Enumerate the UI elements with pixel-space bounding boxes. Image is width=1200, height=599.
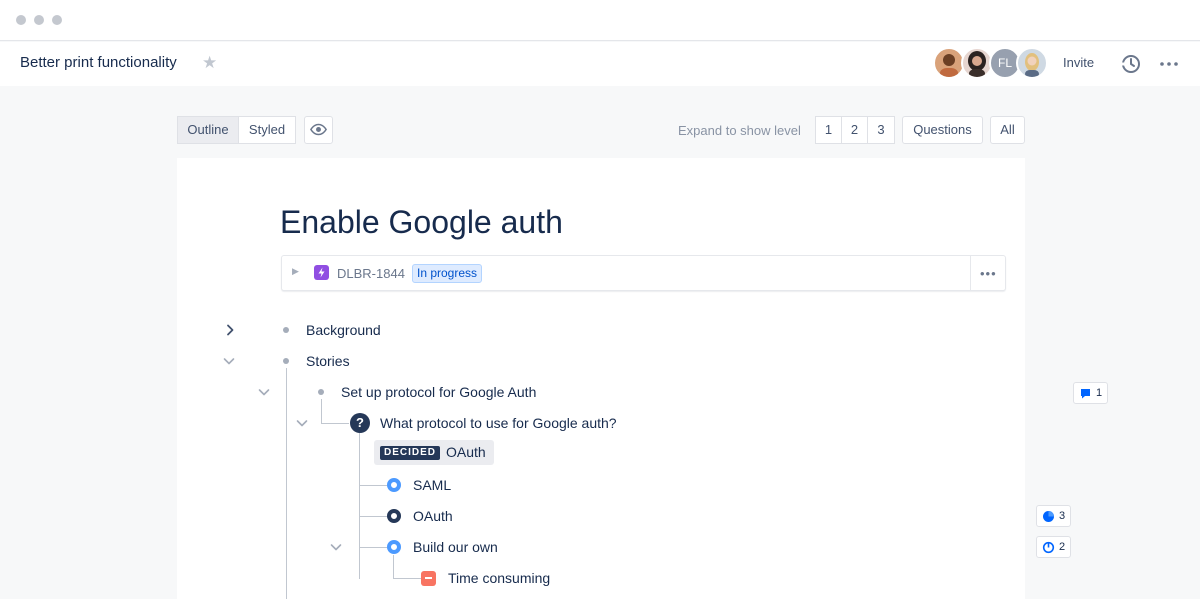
view-outline-button[interactable]: Outline bbox=[177, 116, 239, 144]
avatar[interactable] bbox=[1016, 47, 1048, 79]
avatar-initials: FL bbox=[997, 56, 1012, 70]
option-oauth[interactable]: OAuth bbox=[413, 508, 453, 524]
decided-value: OAuth bbox=[446, 444, 486, 460]
outline-node-stories[interactable]: Stories bbox=[306, 353, 350, 369]
comment-icon bbox=[1079, 387, 1092, 407]
level-3-button[interactable]: 3 bbox=[867, 116, 895, 144]
expand-level-label: Expand to show level bbox=[678, 123, 801, 138]
history-icon[interactable] bbox=[1119, 52, 1143, 76]
outline-node-story[interactable]: Set up protocol for Google Auth bbox=[341, 384, 536, 400]
level-1-button[interactable]: 1 bbox=[815, 116, 842, 144]
issue-key[interactable]: DLBR-1844 bbox=[337, 266, 405, 281]
eye-icon bbox=[309, 123, 328, 142]
bullet-dot bbox=[283, 358, 289, 364]
tree-line bbox=[286, 368, 287, 599]
tree-line bbox=[359, 433, 360, 579]
progress-ring-icon bbox=[1042, 541, 1055, 561]
outline-node-question[interactable]: What protocol to use for Google auth? bbox=[380, 415, 617, 431]
chevron-down-icon[interactable] bbox=[222, 354, 236, 368]
tree-line bbox=[359, 516, 387, 517]
pie-chart-icon bbox=[1042, 510, 1055, 530]
progress-count: 2 bbox=[1059, 541, 1066, 553]
expand-caret-icon[interactable]: ▶ bbox=[292, 266, 299, 277]
invite-button[interactable]: Invite bbox=[1063, 55, 1094, 70]
vote-count: 3 bbox=[1059, 510, 1066, 522]
bullet-dot bbox=[318, 389, 324, 395]
tree-line bbox=[359, 547, 387, 548]
comment-count-badge[interactable]: 1 bbox=[1073, 382, 1109, 407]
all-filter-button[interactable]: All bbox=[990, 116, 1025, 144]
status-badge[interactable]: In progress bbox=[412, 264, 483, 283]
question-icon: ? bbox=[350, 413, 370, 433]
tree-line bbox=[359, 485, 387, 486]
option-radio-selected-icon[interactable] bbox=[387, 509, 401, 523]
preview-button[interactable] bbox=[304, 116, 333, 144]
option-radio-icon[interactable] bbox=[387, 478, 401, 492]
option-saml[interactable]: SAML bbox=[413, 477, 451, 493]
issue-divider bbox=[970, 256, 971, 290]
vote-count-badge[interactable]: 3 bbox=[1036, 505, 1072, 530]
tree-line bbox=[321, 399, 322, 423]
chevron-down-icon[interactable] bbox=[257, 385, 271, 399]
level-2-button[interactable]: 2 bbox=[841, 116, 868, 144]
outline-node-background[interactable]: Background bbox=[306, 322, 381, 338]
decided-badge: DECIDED bbox=[380, 446, 441, 460]
issue-more-icon[interactable]: ••• bbox=[980, 266, 997, 281]
chevron-down-icon[interactable] bbox=[329, 540, 343, 554]
chevron-right-icon[interactable] bbox=[223, 323, 237, 337]
document-title[interactable]: Enable Google auth bbox=[280, 204, 563, 241]
page-header: Better print functionality ★ FL Invite bbox=[0, 42, 1200, 86]
progress-count-badge[interactable]: 2 bbox=[1036, 536, 1072, 561]
window-titlebar bbox=[0, 0, 1200, 41]
questions-filter-button[interactable]: Questions bbox=[902, 116, 983, 144]
con-item[interactable]: Time consuming bbox=[448, 570, 550, 586]
bullet-dot bbox=[283, 327, 289, 333]
tree-line bbox=[393, 578, 421, 579]
option-build-our-own[interactable]: Build our own bbox=[413, 539, 498, 555]
option-radio-icon[interactable] bbox=[387, 540, 401, 554]
view-styled-button[interactable]: Styled bbox=[238, 116, 296, 144]
page-title: Better print functionality bbox=[20, 54, 177, 71]
lightning-bolt-icon bbox=[314, 265, 329, 280]
window-dot-maximize[interactable] bbox=[52, 15, 62, 25]
comment-count: 1 bbox=[1096, 387, 1103, 399]
chevron-down-icon[interactable] bbox=[295, 416, 309, 430]
window-dot-minimize[interactable] bbox=[34, 15, 44, 25]
minus-icon bbox=[421, 571, 436, 586]
window-dot-close[interactable] bbox=[16, 15, 26, 25]
tree-line bbox=[393, 555, 394, 579]
tree-line bbox=[321, 423, 349, 424]
star-icon[interactable]: ★ bbox=[202, 54, 217, 71]
more-icon[interactable] bbox=[1157, 52, 1181, 76]
